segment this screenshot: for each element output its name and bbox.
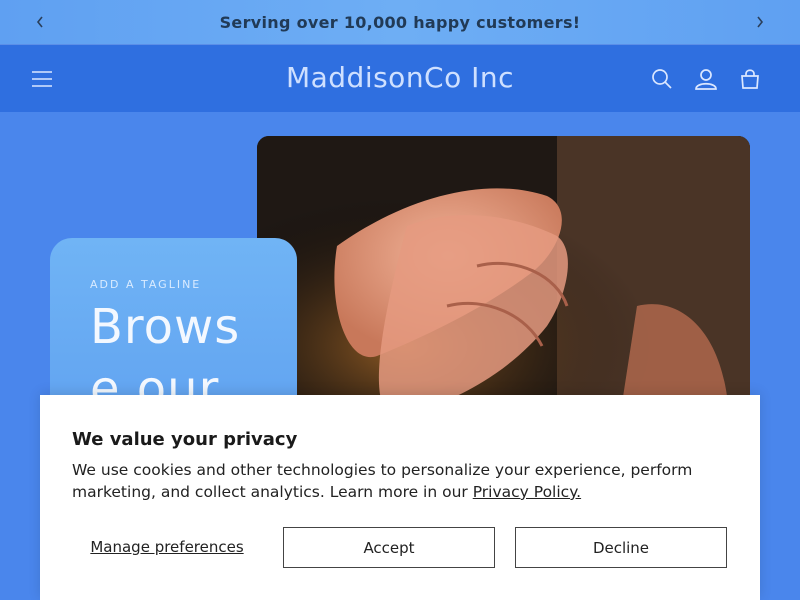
accept-button[interactable]: Accept	[283, 527, 495, 568]
hero-tagline: ADD A TAGLINE	[90, 278, 202, 291]
next-announcement-button[interactable]	[740, 0, 780, 44]
chevron-left-icon	[36, 16, 43, 28]
account-button[interactable]	[693, 66, 719, 92]
chevron-right-icon	[757, 16, 764, 28]
announcement-bar: Serving over 10,000 happy customers!	[0, 0, 800, 44]
hands-photo	[257, 136, 750, 436]
cookie-banner-body: We use cookies and other technologies to…	[72, 461, 693, 501]
cookie-banner-text: We use cookies and other technologies to…	[72, 459, 732, 503]
search-icon	[652, 69, 672, 89]
search-button[interactable]	[649, 66, 675, 92]
cart-button[interactable]	[737, 66, 763, 92]
cart-icon	[741, 69, 759, 89]
manage-preferences-link[interactable]: Manage preferences	[72, 527, 262, 567]
announcement-text: Serving over 10,000 happy customers!	[219, 12, 581, 32]
cookie-banner-title: We value your privacy	[72, 429, 298, 450]
cookie-banner: We value your privacy We use cookies and…	[40, 395, 760, 600]
privacy-policy-link[interactable]: Privacy Policy.	[473, 483, 581, 501]
hero-image	[257, 136, 750, 436]
brand-logo[interactable]: MaddisonCo Inc	[0, 61, 800, 94]
site-header: MaddisonCo Inc	[0, 44, 800, 112]
account-icon	[695, 69, 717, 90]
previous-announcement-button[interactable]	[20, 0, 60, 44]
decline-button[interactable]: Decline	[515, 527, 727, 568]
